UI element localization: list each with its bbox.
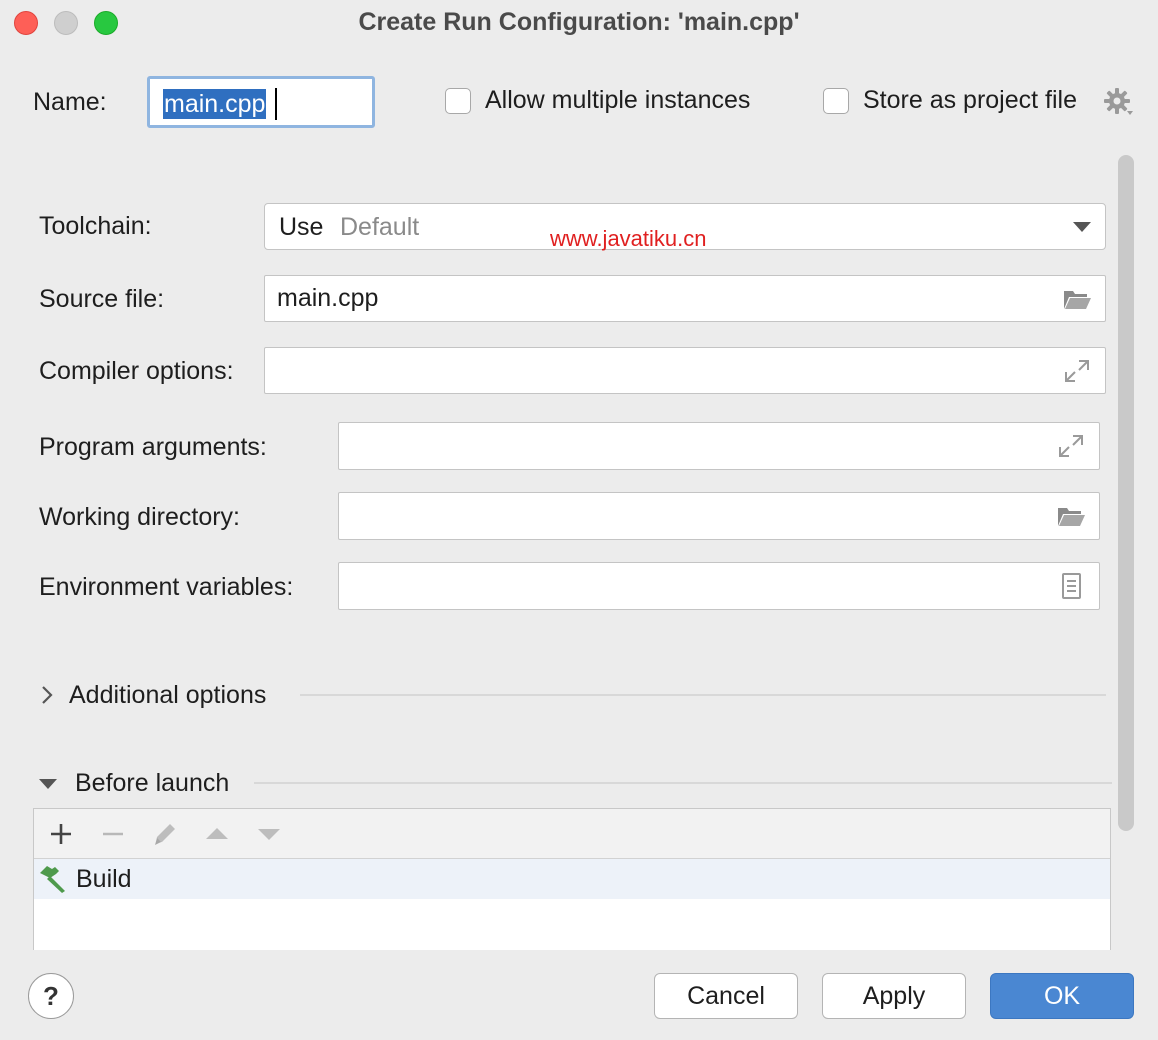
hammer-icon: [40, 866, 65, 893]
apply-button[interactable]: Apply: [822, 973, 966, 1019]
arrow-up-icon[interactable]: [202, 819, 232, 849]
chevron-down-icon: [1073, 222, 1091, 232]
expand-icon[interactable]: [1062, 357, 1092, 385]
before-launch-divider: [254, 782, 1112, 784]
source-file-field[interactable]: main.cpp: [264, 275, 1106, 322]
list-item[interactable]: Build: [34, 859, 1110, 899]
vertical-scrollbar[interactable]: [1118, 155, 1134, 831]
folder-open-icon[interactable]: [1062, 285, 1092, 313]
before-launch-toggle[interactable]: Before launch: [75, 769, 229, 798]
source-file-value: main.cpp: [277, 284, 379, 312]
pencil-icon[interactable]: [150, 819, 180, 849]
title-bar: Create Run Configuration: 'main.cpp': [0, 0, 1158, 48]
toolchain-value: Default: [340, 213, 420, 241]
expand-icon[interactable]: [1056, 432, 1086, 460]
compiler-options-field[interactable]: [264, 347, 1106, 394]
name-input[interactable]: main.cpp: [147, 76, 375, 128]
before-launch-panel: Build: [33, 808, 1111, 950]
folder-open-icon[interactable]: [1056, 502, 1086, 530]
store-as-project-file-checkbox[interactable]: [823, 88, 849, 114]
additional-options-toggle[interactable]: Additional options: [69, 681, 266, 710]
document-list-icon[interactable]: [1056, 572, 1086, 600]
cancel-button[interactable]: Cancel: [654, 973, 798, 1019]
watermark-text: www.javatiku.cn: [550, 226, 707, 251]
compiler-options-label: Compiler options:: [39, 357, 234, 385]
working-directory-label: Working directory:: [39, 503, 240, 531]
text-caret: [275, 88, 277, 120]
task-label: Build: [76, 865, 132, 893]
plus-icon[interactable]: [46, 819, 76, 849]
before-launch-toolbar: [34, 809, 1110, 859]
chevron-down-icon[interactable]: [38, 777, 58, 791]
ok-button[interactable]: OK: [990, 973, 1134, 1019]
environment-variables-field[interactable]: [338, 562, 1100, 610]
working-directory-field[interactable]: [338, 492, 1100, 540]
store-as-project-file-label[interactable]: Store as project file: [863, 86, 1077, 115]
gear-icon[interactable]: [1103, 87, 1135, 119]
name-input-value: main.cpp: [163, 89, 267, 119]
allow-multiple-instances-checkbox[interactable]: [445, 88, 471, 114]
toolchain-label: Toolchain:: [39, 212, 152, 240]
window-title: Create Run Configuration: 'main.cpp': [358, 8, 800, 36]
allow-multiple-instances-label[interactable]: Allow multiple instances: [485, 86, 750, 115]
name-label: Name:: [33, 88, 107, 116]
program-arguments-field[interactable]: [338, 422, 1100, 470]
source-file-label: Source file:: [39, 285, 165, 313]
chevron-right-icon[interactable]: [40, 685, 54, 705]
environment-variables-label: Environment variables:: [39, 573, 294, 601]
toolchain-prefix: Use: [279, 213, 324, 241]
minus-icon[interactable]: [98, 819, 128, 849]
arrow-down-icon[interactable]: [254, 819, 284, 849]
help-button[interactable]: ?: [28, 973, 74, 1019]
additional-options-divider: [300, 694, 1106, 696]
program-arguments-label: Program arguments:: [39, 433, 267, 461]
